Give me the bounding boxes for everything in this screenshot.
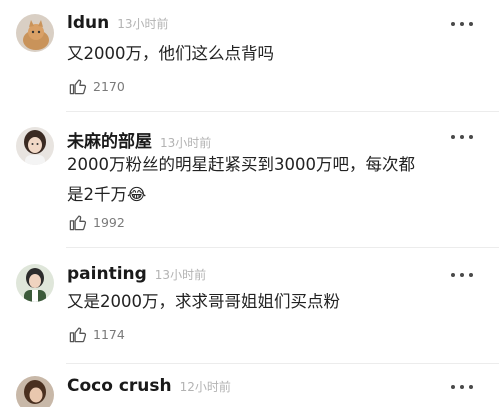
comment-username[interactable]: painting <box>67 264 147 284</box>
more-options-icon[interactable] <box>451 19 473 29</box>
like-button[interactable]: 1174 <box>68 325 125 344</box>
more-options-icon[interactable] <box>451 270 473 280</box>
like-count: 1174 <box>93 327 125 342</box>
comment-item: painting 13小时前 又是2000万，求求哥哥姐姐们买点粉 1174 <box>0 252 499 364</box>
comment-text: 2000万粉丝的明星赶紧买到3000万吧，每次都 是2千万😂 <box>67 150 469 210</box>
thumbs-up-icon <box>69 327 87 343</box>
user-avatar[interactable] <box>16 127 54 165</box>
thumbs-up-icon <box>69 215 87 231</box>
comment-text-line: 是2千万 <box>67 185 127 204</box>
comment-divider <box>66 111 499 112</box>
comment-time: 13小时前 <box>117 17 169 31</box>
laughing-emoji: 😂 <box>127 185 147 204</box>
comment-username[interactable]: Coco crush <box>67 376 172 396</box>
comment-username[interactable]: 未麻的部屋 <box>67 127 152 152</box>
like-button[interactable]: 2170 <box>68 77 125 96</box>
more-options-icon[interactable] <box>451 132 473 142</box>
comment-time: 13小时前 <box>160 136 212 150</box>
thumbs-up-icon <box>69 79 87 95</box>
comment-text-line: 又2000万，他们这么点背吗 <box>67 44 274 63</box>
user-avatar[interactable] <box>16 14 54 52</box>
user-avatar[interactable] <box>16 376 54 407</box>
comment-text: 又是2000万，求求哥哥姐姐们买点粉 <box>67 287 469 317</box>
comment-item: ldun 13小时前 又2000万，他们这么点背吗 2170 <box>0 0 499 118</box>
comment-item: Coco crush 12小时前 <box>0 368 499 407</box>
comment-time: 12小时前 <box>179 380 231 394</box>
comment-time: 13小时前 <box>154 268 207 282</box>
like-count: 2170 <box>93 79 125 94</box>
comment-feed: ldun 13小时前 又2000万，他们这么点背吗 2170 未麻的部屋 13小… <box>0 0 499 407</box>
comment-text-line: 2000万粉丝的明星赶紧买到3000万吧，每次都 <box>67 155 415 174</box>
user-avatar[interactable] <box>16 264 54 302</box>
comment-divider <box>66 247 499 248</box>
comment-item: 未麻的部屋 13小时前 2000万粉丝的明星赶紧买到3000万吧，每次都 是2千… <box>0 118 499 248</box>
comment-username[interactable]: ldun <box>67 13 109 33</box>
comment-text-line: 又是2000万，求求哥哥姐姐们买点粉 <box>67 292 340 311</box>
more-options-icon[interactable] <box>451 382 473 392</box>
comment-text: 又2000万，他们这么点背吗 <box>67 39 469 69</box>
like-count: 1992 <box>93 215 125 230</box>
comment-divider <box>66 363 499 364</box>
like-button[interactable]: 1992 <box>68 213 125 232</box>
